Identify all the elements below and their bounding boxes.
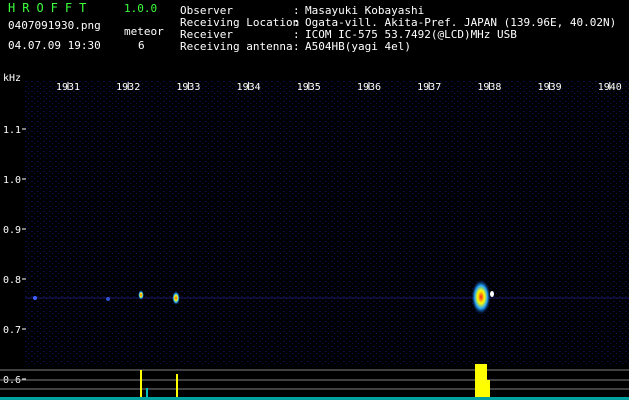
y-tick-label: 1.1 <box>3 125 21 136</box>
spectrogram: 1931 1932 1933 1934 1935 1936 1937 1938 1939 1940… <box>0 80 629 400</box>
y-tick-label: 1.0 <box>3 175 21 186</box>
app-title: HROFFT <box>8 1 94 15</box>
x-tick-label: 1936 <box>357 82 381 93</box>
meteor-label: meteor <box>124 25 164 38</box>
meteor-echo <box>172 291 180 305</box>
y-tick-label: 0.8 <box>3 275 21 286</box>
x-tick-label: 1933 <box>176 82 200 93</box>
meteor-echo <box>471 279 491 315</box>
intensity-bar <box>140 370 142 400</box>
y-tick-label: 0.9 <box>3 225 21 236</box>
info-value-antenna: A504HB(yagi 4el) <box>305 40 411 53</box>
intensity-bar <box>176 374 178 400</box>
x-tick-label: 1937 <box>417 82 441 93</box>
intensity-bar <box>475 364 487 400</box>
x-tick-label: 1931 <box>56 82 80 93</box>
x-tick-label: 1932 <box>116 82 140 93</box>
meteor-echo <box>490 291 494 297</box>
file-datetime: 04.07.09 19:30 <box>8 39 101 52</box>
y-tick-label: 0.7 <box>3 325 21 336</box>
meteor-echo <box>138 290 144 300</box>
meteor-echo <box>106 297 110 301</box>
x-tick-label: 1938 <box>477 82 501 93</box>
info-colon: : <box>293 40 300 53</box>
x-tick-label: 1939 <box>538 82 562 93</box>
meteor-echo <box>33 296 37 300</box>
app-version: 1.0.0 <box>124 2 158 15</box>
x-tick-label: 1935 <box>297 82 321 93</box>
x-tick-label: 1934 <box>237 82 261 93</box>
x-tick-label: 1940 <box>598 82 622 93</box>
meteor-count: 6 <box>138 39 145 52</box>
y-axis-ticks: 1.11.00.90.80.70.6 <box>3 125 26 386</box>
info-key-antenna: Receiving antenna <box>180 40 293 53</box>
spectrogram-field <box>25 80 629 365</box>
file-name: 0407091930.png <box>8 19 101 32</box>
